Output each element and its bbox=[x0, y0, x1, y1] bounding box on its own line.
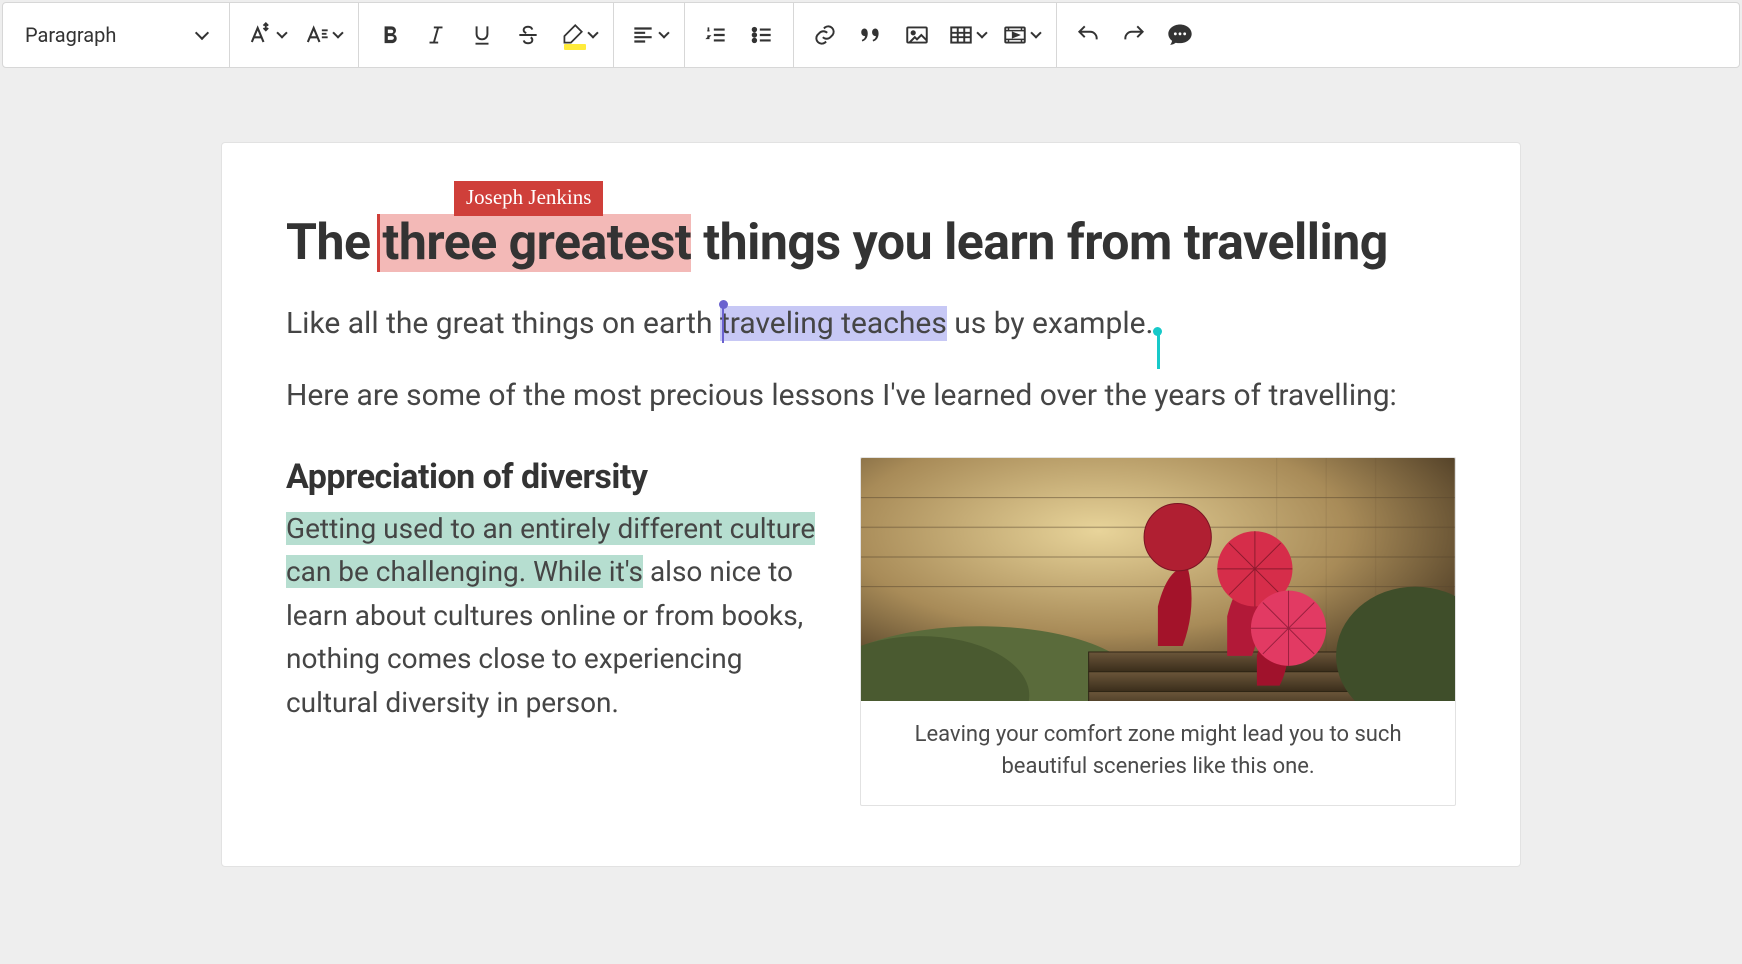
font-size-icon bbox=[246, 21, 274, 49]
font-family-icon bbox=[302, 21, 330, 49]
paragraph-text: us by example. bbox=[947, 306, 1154, 341]
heading-1[interactable]: The three greatest things you learn from… bbox=[286, 213, 1456, 273]
marker-button[interactable] bbox=[551, 12, 605, 58]
two-column-layout: Appreciation of diversity Getting used t… bbox=[286, 457, 1456, 806]
undo-button[interactable] bbox=[1065, 12, 1111, 58]
chevron-down-icon bbox=[658, 27, 669, 38]
chevron-down-icon bbox=[976, 27, 987, 38]
heading-selected-text: three greatest bbox=[382, 214, 691, 272]
heading-text: The bbox=[286, 214, 382, 272]
bold-button[interactable] bbox=[367, 12, 413, 58]
strikethrough-button[interactable] bbox=[505, 12, 551, 58]
content-image bbox=[861, 458, 1455, 701]
paragraph-selected-text: traveling teaches bbox=[720, 306, 947, 341]
paragraph-text: Like all the great things on earth bbox=[286, 306, 720, 341]
editor-canvas: Joseph Jenkins The three greatest things… bbox=[0, 68, 1742, 867]
italic-icon bbox=[423, 22, 449, 48]
image-button[interactable] bbox=[894, 12, 940, 58]
image-caption[interactable]: Leaving your comfort zone might lead you… bbox=[861, 701, 1455, 805]
image-figure[interactable]: Leaving your comfort zone might lead you… bbox=[860, 457, 1456, 806]
unordered-list-icon bbox=[749, 22, 775, 48]
paragraph[interactable]: Like all the great things on earth trave… bbox=[286, 303, 1456, 345]
heading-text: things you learn from travelling bbox=[691, 214, 1388, 272]
align-group bbox=[614, 3, 685, 67]
style-group: Paragraph bbox=[3, 3, 230, 67]
chevron-down-icon bbox=[276, 27, 287, 38]
heading-text: Appreciation of diversity bbox=[286, 457, 648, 497]
editor-toolbar: Paragraph bbox=[2, 2, 1740, 68]
bold-icon bbox=[377, 22, 403, 48]
align-left-icon bbox=[630, 22, 656, 48]
chevron-down-icon bbox=[587, 27, 598, 38]
chevron-down-icon bbox=[195, 26, 209, 40]
user-presence-flag: Joseph Jenkins bbox=[454, 181, 603, 216]
font-group bbox=[230, 3, 359, 67]
quote-icon bbox=[858, 22, 884, 48]
italic-button[interactable] bbox=[413, 12, 459, 58]
blockquote-button[interactable] bbox=[848, 12, 894, 58]
format-group bbox=[359, 3, 614, 67]
media-icon bbox=[1002, 22, 1028, 48]
ordered-list-button[interactable] bbox=[693, 12, 739, 58]
media-button[interactable] bbox=[994, 12, 1048, 58]
column-right: Leaving your comfort zone might lead you… bbox=[860, 457, 1456, 806]
paragraph[interactable]: Getting used to an entirely different cu… bbox=[286, 507, 824, 724]
chevron-down-icon bbox=[1030, 27, 1041, 38]
caption-text: Leaving your comfort zone might lead you… bbox=[915, 722, 1402, 779]
image-icon bbox=[904, 22, 930, 48]
underline-button[interactable] bbox=[459, 12, 505, 58]
redo-button[interactable] bbox=[1111, 12, 1157, 58]
history-group bbox=[1057, 3, 1211, 67]
list-group bbox=[685, 3, 794, 67]
paragraph-text: Here are some of the most precious lesso… bbox=[286, 378, 1397, 413]
underline-icon bbox=[469, 22, 495, 48]
ordered-list-icon bbox=[703, 22, 729, 48]
paragraph-style-dropdown[interactable]: Paragraph bbox=[11, 23, 221, 47]
user-presence-name: Joseph Jenkins bbox=[466, 185, 591, 209]
user1-selection: three greatest bbox=[377, 214, 691, 272]
redo-icon bbox=[1121, 22, 1147, 48]
paragraph-style-label: Paragraph bbox=[25, 23, 116, 47]
unordered-list-button[interactable] bbox=[739, 12, 785, 58]
link-icon bbox=[812, 22, 838, 48]
align-button[interactable] bbox=[622, 12, 676, 58]
heading-2[interactable]: Appreciation of diversity bbox=[286, 457, 824, 497]
link-button[interactable] bbox=[802, 12, 848, 58]
table-icon bbox=[948, 22, 974, 48]
document-page[interactable]: Joseph Jenkins The three greatest things… bbox=[221, 142, 1521, 867]
font-size-button[interactable] bbox=[238, 12, 294, 58]
chevron-down-icon bbox=[332, 27, 343, 38]
comment-button[interactable] bbox=[1157, 12, 1203, 58]
undo-icon bbox=[1075, 22, 1101, 48]
column-left: Appreciation of diversity Getting used t… bbox=[286, 457, 824, 806]
paragraph[interactable]: Here are some of the most precious lesso… bbox=[286, 375, 1456, 417]
user2-selection: traveling teaches bbox=[720, 306, 947, 341]
insert-group bbox=[794, 3, 1057, 67]
comment-icon bbox=[1166, 21, 1194, 49]
font-family-button[interactable] bbox=[294, 12, 350, 58]
table-button[interactable] bbox=[940, 12, 994, 58]
strikethrough-icon bbox=[515, 22, 541, 48]
